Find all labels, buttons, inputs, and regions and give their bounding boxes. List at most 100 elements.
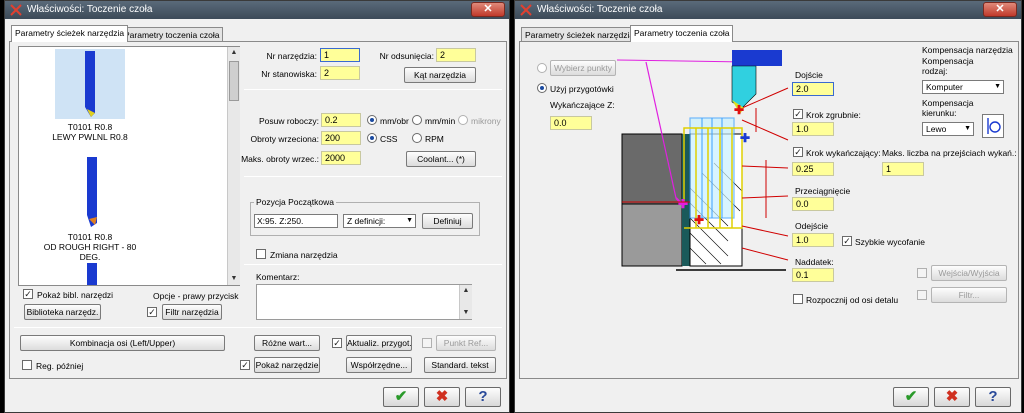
- wykanczajace-field[interactable]: 0.0: [550, 116, 592, 130]
- krok-wyk-field[interactable]: 0.25: [792, 162, 834, 176]
- posuw-field[interactable]: 0.2: [321, 113, 361, 127]
- ok-button[interactable]: ✔: [383, 387, 419, 407]
- nr-narzedzia-field[interactable]: 1: [320, 48, 360, 62]
- wspolrzedne-button[interactable]: Współrzędne...: [346, 357, 412, 373]
- odejscie-field[interactable]: 1.0: [792, 233, 834, 247]
- aktualiz-button[interactable]: Aktualiz. przygot.: [346, 335, 412, 351]
- nr-stanowiska-field[interactable]: 2: [320, 66, 360, 80]
- przeciagniecie-field[interactable]: 0.0: [792, 197, 834, 211]
- komentarz-scrollbar[interactable]: ▲ ▼: [459, 285, 472, 319]
- obroty-label: Obroty wrzeciona:: [250, 134, 320, 144]
- tab-toczenie[interactable]: Parametry toczenia czoła: [120, 27, 224, 42]
- pokaz-bibl-checkbox[interactable]: ✓: [23, 289, 33, 299]
- aktualiz-checkbox[interactable]: ✓: [332, 338, 342, 348]
- pokaz-bibl-label: Pokaż bibl. narzędzi: [37, 290, 114, 300]
- chevron-down-icon: ▼: [406, 217, 413, 224]
- cancel-button[interactable]: ✖: [934, 387, 970, 407]
- mm-min-radio[interactable]: [412, 115, 422, 125]
- tab-panel: Wybierz punkty Użyj przygotówki Wykańcza…: [519, 41, 1019, 379]
- rozne-button[interactable]: Różne wart...: [254, 335, 320, 351]
- close-button[interactable]: ✕: [983, 2, 1017, 17]
- mikrony-radio: [458, 115, 468, 125]
- pozycja-field[interactable]: X:95. Z:250.: [254, 214, 338, 228]
- standard-tekst-button[interactable]: Standard. tekst: [424, 357, 496, 373]
- krok-wyk-label: Krok wykańczający:: [806, 148, 881, 158]
- krok-zgrubnie-field[interactable]: 1.0: [792, 122, 834, 136]
- krok-zgrubnie-label: Krok zgrubnie:: [806, 110, 861, 120]
- z-definicji-value: Z definicji:: [347, 216, 386, 226]
- ok-button[interactable]: ✔: [893, 387, 929, 407]
- tool-name: T0101 R0.8: [67, 122, 113, 132]
- tab-panel: T0101 R0.8 LEWY PWLNL R0.8 T0101 R0.8 OD…: [9, 41, 507, 379]
- nr-odsuniecia-label: Nr odsunięcia:: [379, 51, 434, 61]
- uzyj-radio[interactable]: [537, 83, 547, 93]
- szybkie-checkbox[interactable]: ✓: [842, 236, 852, 246]
- scroll-down-icon[interactable]: ▼: [228, 273, 240, 285]
- z-definicji-dropdown[interactable]: Z definicji: ▼: [343, 214, 416, 228]
- separator: [244, 176, 502, 177]
- reg-pozniej-checkbox[interactable]: [22, 360, 32, 370]
- close-button[interactable]: ✕: [471, 2, 505, 17]
- komentarz-field[interactable]: [256, 284, 472, 320]
- help-button[interactable]: ?: [465, 387, 501, 407]
- dojscie-field[interactable]: 2.0: [792, 82, 834, 96]
- tool-name: T0101 R0.8: [67, 232, 113, 242]
- krok-zgrubnie-checkbox[interactable]: ✓: [793, 109, 803, 119]
- rozpocznij-checkbox[interactable]: [793, 294, 803, 304]
- css-label: CSS: [380, 134, 398, 144]
- mm-obr-radio[interactable]: [367, 115, 377, 125]
- kat-narzedzia-button[interactable]: Kąt narzędzia: [404, 67, 476, 83]
- tab-sciezki[interactable]: Parametry ścieżek narzędzia: [11, 25, 129, 42]
- posuw-label: Posuw roboczy:: [259, 116, 319, 126]
- komp-rodzaj-dropdown[interactable]: Komputer ▼: [922, 80, 1004, 94]
- css-radio[interactable]: [367, 133, 377, 143]
- separator: [14, 327, 502, 328]
- tool-desc: OD ROUGH RIGHT - 80 DEG.: [43, 242, 137, 262]
- filtr-button[interactable]: Filtr narzędzia: [162, 304, 222, 320]
- filtr-checkbox[interactable]: ✓: [147, 307, 157, 317]
- naddatek-field[interactable]: 0.1: [792, 268, 834, 282]
- tool-list[interactable]: T0101 R0.8 LEWY PWLNL R0.8 T0101 R0.8 OD…: [18, 46, 240, 286]
- nr-stanowiska-label: Nr stanowiska:: [261, 69, 317, 79]
- maks-obroty-field[interactable]: 2000: [321, 151, 361, 165]
- pozycja-label: Pozycja Początkowa: [254, 197, 336, 207]
- pokaz-narzedzie-checkbox[interactable]: ✓: [240, 360, 250, 370]
- definiuj-button[interactable]: Definiuj: [422, 213, 473, 229]
- punkt-ref-checkbox: [422, 338, 432, 348]
- komp-kierunek-dropdown[interactable]: Lewo ▼: [922, 122, 974, 136]
- wejscia-button: Wejścia/Wyjścia: [931, 265, 1007, 281]
- komentarz-label: Komentarz:: [256, 272, 300, 282]
- pokaz-narzedzie-button[interactable]: Pokaż narzędzie: [254, 357, 320, 373]
- krok-wyk-checkbox[interactable]: ✓: [793, 147, 803, 157]
- cancel-button[interactable]: ✖: [424, 387, 460, 407]
- compensation-left-icon: [982, 114, 1004, 138]
- naddatek-label: Naddatek:: [795, 257, 834, 267]
- nr-odsuniecia-field[interactable]: 2: [436, 48, 476, 62]
- komp-title: Kompensacja narzędzia: [922, 45, 1013, 55]
- tool-label: T0101 R0.8 LEWY PWLNL R0.8: [35, 122, 145, 142]
- svg-text:✚: ✚: [740, 131, 750, 145]
- title-bar: Właściwości: Toczenie czoła ✕: [515, 1, 1021, 19]
- biblioteka-button[interactable]: Biblioteka narzędz.: [24, 304, 101, 320]
- scroll-up-icon[interactable]: ▲: [228, 47, 240, 59]
- tab-sciezki[interactable]: Parametry ścieżek narzędzia: [521, 27, 639, 42]
- zmiana-checkbox[interactable]: [256, 249, 266, 259]
- scroll-thumb[interactable]: [229, 61, 239, 101]
- rpm-label: RPM: [425, 134, 444, 144]
- maks-liczba-field[interactable]: 1: [882, 162, 924, 176]
- facing-diagram: ✚ ✚ ✚ ✚: [616, 50, 789, 271]
- odejscie-label: Odejście: [795, 221, 829, 231]
- scroll-down-icon[interactable]: ▼: [460, 307, 472, 319]
- maks-liczba-label: Maks. liczba na przejściach wykań.:: [882, 148, 1017, 158]
- left-dialog: Właściwości: Toczenie czoła ✕ Parametry …: [4, 0, 510, 413]
- help-button[interactable]: ?: [975, 387, 1011, 407]
- kombinacja-button[interactable]: Kombinacja osi (Left/Upper): [20, 335, 225, 351]
- rpm-radio[interactable]: [412, 133, 422, 143]
- scroll-up-icon[interactable]: ▲: [460, 285, 472, 297]
- obroty-field[interactable]: 200: [321, 131, 361, 145]
- tool-list-scrollbar[interactable]: ▲ ▼: [227, 47, 240, 285]
- tab-toczenie[interactable]: Parametry toczenia czoła: [630, 25, 734, 42]
- separator: [244, 264, 502, 265]
- komp-kierunek-label: Kompensacja kierunku:: [922, 98, 974, 118]
- coolant-button[interactable]: Coolant... (*): [406, 151, 476, 167]
